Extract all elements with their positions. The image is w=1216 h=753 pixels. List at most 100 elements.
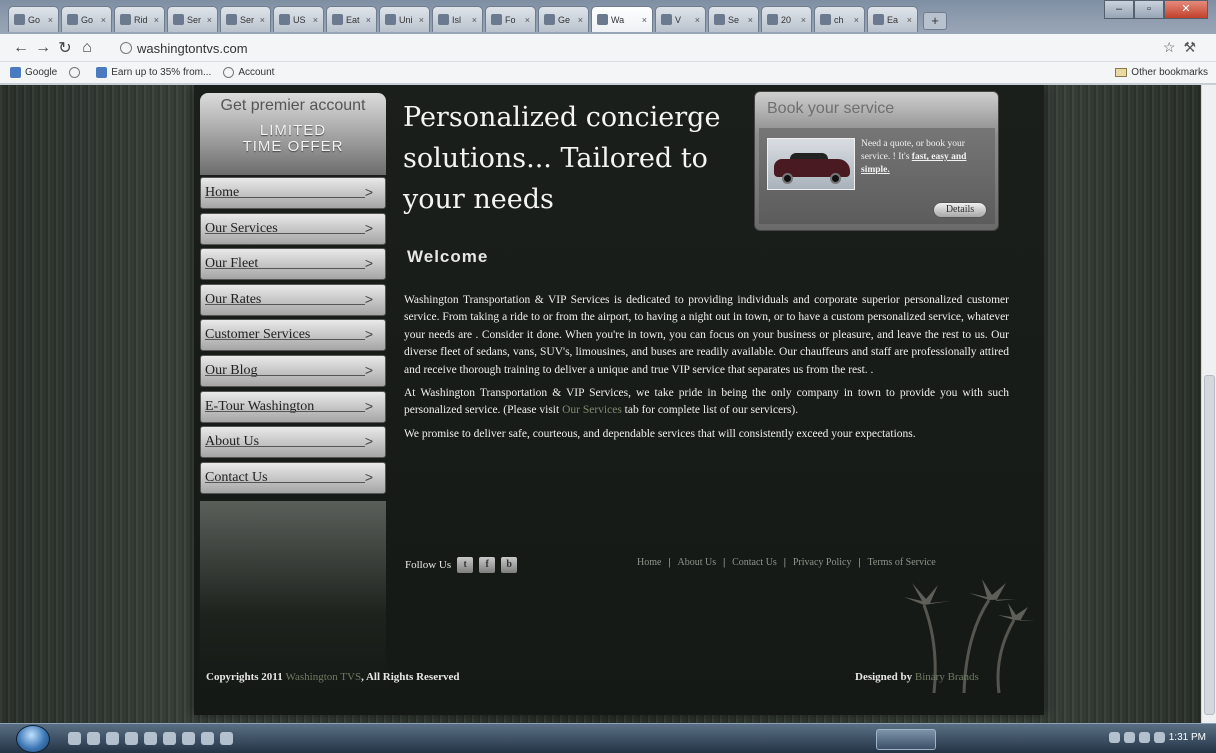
browser-tab[interactable]: 20 × xyxy=(761,6,812,32)
bookmark-star-icon[interactable]: ☆ xyxy=(1163,39,1184,55)
blogger-icon[interactable]: b xyxy=(501,557,518,573)
nav-label: Customer Services xyxy=(205,327,311,343)
tab-close-icon[interactable]: × xyxy=(101,15,106,25)
tab-close-icon[interactable]: × xyxy=(578,15,583,25)
network-icon[interactable] xyxy=(1138,732,1150,743)
footer-link[interactable]: Home xyxy=(637,557,661,568)
browser-tab[interactable]: Isl × xyxy=(432,6,483,32)
browser-tab[interactable]: Go × xyxy=(8,6,59,32)
designer-link[interactable]: Binary Brands xyxy=(915,671,979,683)
footer-link[interactable]: About Us xyxy=(677,557,716,568)
nav-item[interactable]: About Us > xyxy=(200,426,386,459)
address-bar[interactable]: washingtontvs.com xyxy=(120,38,1150,58)
nav-item[interactable]: Contact Us > xyxy=(200,461,386,494)
power-icon[interactable] xyxy=(125,732,138,745)
tray-icon[interactable] xyxy=(1123,732,1135,743)
wrench-icon[interactable]: ⚒ xyxy=(1183,39,1204,55)
footer-separator: | xyxy=(723,557,726,568)
forward-icon[interactable]: → xyxy=(32,39,54,57)
tab-close-icon[interactable]: × xyxy=(748,15,753,25)
globe-icon xyxy=(120,42,132,54)
favicon-icon xyxy=(491,14,502,25)
premier-account-promo[interactable]: Get premier account LIMITED TIME OFFER xyxy=(200,93,386,175)
home-icon[interactable]: ⌂ xyxy=(76,39,98,57)
bookmark-earn[interactable]: Earn up to 35% from... xyxy=(96,67,211,78)
footer-link[interactable]: Contact Us xyxy=(732,557,777,568)
bookmark-account[interactable]: Account xyxy=(223,67,274,78)
app-icon[interactable] xyxy=(163,732,176,745)
nav-item[interactable]: Our Blog > xyxy=(200,354,386,387)
app-icon[interactable] xyxy=(182,732,195,745)
browser-tab[interactable]: Ser × xyxy=(220,6,271,32)
other-bookmarks[interactable]: Other bookmarks xyxy=(1115,67,1208,78)
bookmark-blank[interactable] xyxy=(69,67,84,78)
tab-close-icon[interactable]: × xyxy=(472,15,477,25)
browser-tab[interactable]: Se × xyxy=(708,6,759,32)
tab-close-icon[interactable]: × xyxy=(419,15,424,25)
browser-tab[interactable]: Ge × xyxy=(538,6,589,32)
nav-item[interactable]: Our Fleet > xyxy=(200,248,386,281)
browser-tab[interactable]: Fo × xyxy=(485,6,536,32)
tray-icon[interactable] xyxy=(1108,732,1120,743)
reload-icon[interactable]: ↻ xyxy=(54,38,76,58)
site-nav: Home > Our Services > Our Fleet > Our Rates > Cu… xyxy=(200,177,386,497)
new-tab-button[interactable]: + xyxy=(923,12,947,30)
tab-close-icon[interactable]: × xyxy=(907,15,912,25)
tab-close-icon[interactable]: × xyxy=(801,15,806,25)
bookmark-google[interactable]: Google xyxy=(10,67,57,78)
footer-link[interactable]: Terms of Service xyxy=(867,557,935,568)
tab-close-icon[interactable]: × xyxy=(642,15,647,25)
browser-tab[interactable]: Wa × xyxy=(591,6,653,32)
media-icon[interactable] xyxy=(106,732,119,745)
browser-tab[interactable]: ch × xyxy=(814,6,865,32)
browser-tab[interactable]: Rid × xyxy=(114,6,165,32)
nav-divider xyxy=(205,232,365,234)
nav-item[interactable]: Customer Services > xyxy=(200,319,386,352)
browser-tab[interactable]: Go × xyxy=(61,6,112,32)
tab-close-icon[interactable]: × xyxy=(154,15,159,25)
scroll-thumb[interactable] xyxy=(1204,375,1215,715)
app-icon[interactable] xyxy=(220,732,233,745)
tab-close-icon[interactable]: × xyxy=(525,15,530,25)
tab-close-icon[interactable]: × xyxy=(366,15,371,25)
browser-tab[interactable]: Eat × xyxy=(326,6,377,32)
nav-item[interactable]: Our Services > xyxy=(200,212,386,245)
tab-close-icon[interactable]: × xyxy=(207,15,212,25)
globe-icon xyxy=(69,67,81,78)
taskbar-chrome-button[interactable] xyxy=(876,729,936,750)
tab-close-icon[interactable]: × xyxy=(695,15,700,25)
tab-close-icon[interactable]: × xyxy=(313,15,318,25)
browser-tab[interactable]: Ser × xyxy=(167,6,218,32)
footer-link[interactable]: Privacy Policy xyxy=(793,557,852,568)
page-scrollbar[interactable] xyxy=(1201,85,1216,723)
arrow-right-icon: > xyxy=(364,361,373,378)
tab-close-icon[interactable]: × xyxy=(48,15,53,25)
start-button[interactable] xyxy=(16,725,50,753)
close-window-button[interactable]: ✕ xyxy=(1164,0,1208,19)
browser-tab[interactable]: Ea × xyxy=(867,6,918,32)
clock[interactable]: 1:31 PM xyxy=(1169,732,1206,743)
minimize-button[interactable]: – xyxy=(1104,0,1134,19)
app-icon[interactable] xyxy=(68,732,81,745)
browser-tab[interactable]: V × xyxy=(655,6,706,32)
tab-close-icon[interactable]: × xyxy=(260,15,265,25)
maximize-button[interactable]: ▫ xyxy=(1134,0,1164,19)
tab-close-icon[interactable]: × xyxy=(854,15,859,25)
twitter-icon[interactable]: t xyxy=(457,557,474,573)
volume-icon[interactable] xyxy=(1153,732,1165,743)
back-icon[interactable]: ← xyxy=(10,39,32,57)
nav-item[interactable]: Our Rates > xyxy=(200,283,386,316)
limousine-image xyxy=(767,138,855,190)
ie-icon[interactable] xyxy=(87,732,100,745)
copyright-link[interactable]: Washington TVS xyxy=(285,671,361,683)
browser-tab[interactable]: Uni × xyxy=(379,6,430,32)
nav-item[interactable]: E-Tour Washington > xyxy=(200,390,386,423)
folder-icon[interactable] xyxy=(144,732,157,745)
nav-item[interactable]: Home > xyxy=(200,177,386,209)
app-icon[interactable] xyxy=(201,732,214,745)
facebook-icon[interactable]: f xyxy=(479,557,496,573)
browser-tab[interactable]: US × xyxy=(273,6,324,32)
toolbar-right-icons: ☆⚒ xyxy=(1163,39,1204,56)
our-services-link[interactable]: Our Services xyxy=(562,404,622,416)
details-button[interactable]: Details xyxy=(933,202,987,218)
